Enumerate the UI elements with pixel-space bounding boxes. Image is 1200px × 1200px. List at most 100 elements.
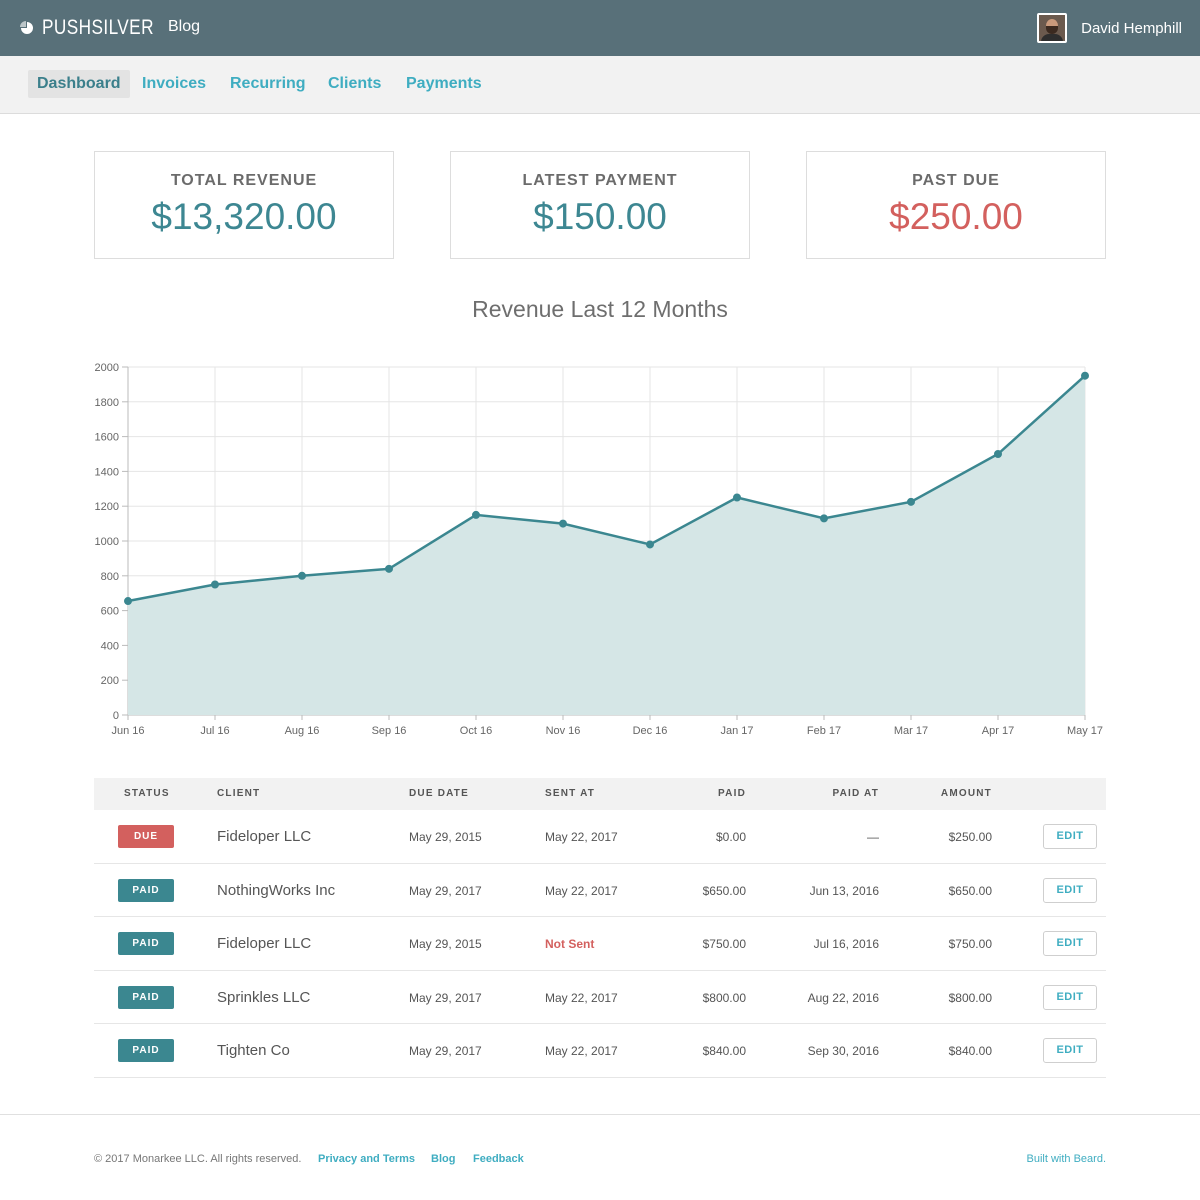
stat-card-past-due: PAST DUE $250.00	[806, 151, 1106, 259]
edit-button[interactable]: EDIT	[1043, 877, 1097, 903]
x-tick-label: Mar 17	[894, 725, 928, 737]
nav-payments[interactable]: Payments	[397, 70, 491, 98]
paid: $840.00	[702, 1044, 746, 1058]
x-tick-label: Aug 16	[285, 725, 320, 737]
y-tick-label: 1000	[95, 536, 119, 548]
y-tick-label: 0	[113, 710, 119, 722]
x-tick-label: Nov 16	[546, 725, 581, 737]
stat-card-latest-payment: LATEST PAYMENT $150.00	[450, 151, 750, 259]
y-tick-label: 1800	[95, 397, 119, 409]
y-tick-label: 1400	[95, 466, 119, 478]
due-date: May 29, 2017	[409, 990, 482, 1005]
table-header: STATUS CLIENT DUE DATE SENT AT PAID PAID…	[94, 778, 1106, 810]
paid: $750.00	[702, 937, 746, 951]
data-point	[559, 519, 567, 528]
footer-link-feedback[interactable]: Feedback	[473, 1153, 524, 1165]
avatar	[1037, 13, 1068, 43]
th-sent-at: SENT AT	[545, 788, 596, 799]
th-amount: AMOUNT	[940, 788, 992, 799]
th-paid-at: PAID AT	[832, 788, 879, 799]
edit-button[interactable]: EDIT	[1043, 1038, 1097, 1063]
client-name: NothingWorks Inc	[217, 881, 336, 899]
x-tick-label: Oct 16	[460, 725, 492, 737]
th-paid: PAID	[718, 788, 746, 799]
table-row: PAID Fideloper LLC May 29, 2015 Not Sent…	[94, 917, 1106, 971]
status-badge: PAID	[118, 932, 174, 955]
x-tick-label: Jun 16	[111, 725, 144, 737]
amount: $750.00	[948, 937, 992, 951]
paid: $650.00	[702, 883, 746, 898]
data-point	[994, 450, 1002, 458]
amount: $840.00	[948, 1044, 992, 1058]
th-due-date: DUE DATE	[409, 788, 469, 799]
y-tick-label: 600	[101, 606, 119, 618]
top-blog-link[interactable]: Blog	[168, 18, 200, 36]
data-point	[472, 510, 480, 519]
data-point	[907, 497, 915, 506]
logo[interactable]: PUSHSILVER	[20, 14, 179, 42]
x-tick-label: Feb 17	[807, 725, 841, 737]
data-point	[820, 514, 828, 523]
x-tick-label: May 17	[1067, 725, 1103, 737]
due-date: May 29, 2015	[409, 830, 482, 844]
status-badge: PAID	[118, 985, 174, 1009]
due-date: May 29, 2015	[409, 937, 482, 951]
data-point	[646, 540, 654, 549]
table-row: PAID NothingWorks Inc May 29, 2017 May 2…	[94, 864, 1106, 917]
edit-button[interactable]: EDIT	[1043, 931, 1097, 956]
x-tick-label: Apr 17	[982, 725, 1014, 737]
data-point	[124, 597, 132, 606]
data-point	[733, 493, 741, 502]
stat-label: PAST DUE	[912, 172, 1000, 189]
client-name: Fideloper LLC	[217, 828, 312, 845]
revenue-chart: 0 200 400 600 800 1000 1200 1400 1600 1800 2000 Jun…	[80, 350, 1120, 750]
status-badge: PAID	[118, 1039, 174, 1062]
nav-dashboard[interactable]: Dashboard	[28, 70, 130, 98]
amount: $650.00	[948, 883, 992, 898]
main-nav: Dashboard Invoices Recurring Clients Pay…	[0, 56, 1200, 114]
client-name: Fideloper LLC	[217, 935, 312, 952]
x-tick-label: Jan 17	[720, 725, 753, 737]
paid-at: Jul 16, 2016	[813, 937, 879, 951]
client-name: Tighten Co	[217, 1042, 290, 1059]
pie-icon	[20, 21, 33, 34]
chart-title: Revenue Last 12 Months	[472, 296, 728, 322]
paid-at: Jun 13, 2016	[809, 883, 879, 898]
client-name: Sprinkles LLC	[217, 988, 311, 1006]
y-tick-label: 200	[101, 675, 119, 687]
data-point	[385, 564, 393, 573]
y-tick-label: 2000	[95, 362, 119, 374]
footer-copyright: © 2017 Monarkee LLC. All rights reserved…	[94, 1153, 302, 1165]
nav-invoices[interactable]: Invoices	[133, 70, 215, 98]
sent-at: Not Sent	[545, 937, 595, 951]
nav-recurring[interactable]: Recurring	[221, 70, 315, 98]
footer-built-with[interactable]: Built with Beard.	[1027, 1153, 1106, 1165]
due-date: May 29, 2017	[409, 1044, 482, 1058]
invoices-table: STATUS CLIENT DUE DATE SENT AT PAID PAID…	[94, 778, 1106, 1078]
sent-at: May 22, 2017	[545, 883, 618, 898]
logo-text: PUSHSILVER	[42, 16, 154, 39]
nav-clients[interactable]: Clients	[319, 70, 390, 98]
y-tick-label: 400	[101, 640, 119, 652]
top-bar: PUSHSILVER Blog David Hemphill	[0, 0, 1200, 56]
stat-value: $250.00	[889, 196, 1023, 237]
due-date: May 29, 2017	[409, 883, 482, 898]
sent-at: May 22, 2017	[545, 830, 618, 844]
sent-at: May 22, 2017	[545, 1044, 618, 1058]
user-name[interactable]: David Hemphill	[1081, 20, 1182, 37]
paid-at: Sep 30, 2016	[807, 1044, 879, 1058]
status-badge: PAID	[118, 878, 174, 902]
edit-button[interactable]: EDIT	[1043, 824, 1097, 849]
edit-button[interactable]: EDIT	[1043, 984, 1097, 1010]
paid-at: Aug 22, 2016	[807, 990, 879, 1005]
x-tick-label: Dec 16	[633, 725, 668, 737]
footer-link-blog[interactable]: Blog	[431, 1153, 455, 1165]
th-status: STATUS	[124, 788, 170, 799]
x-tick-label: Jul 16	[200, 725, 229, 737]
series-area-fill	[128, 375, 1085, 715]
user-menu[interactable]: David Hemphill	[1037, 13, 1182, 43]
footer-divider	[0, 1114, 1200, 1115]
footer-link-privacy[interactable]: Privacy and Terms	[318, 1153, 415, 1165]
stat-label: LATEST PAYMENT	[522, 172, 678, 189]
paid-at: —	[867, 830, 879, 844]
